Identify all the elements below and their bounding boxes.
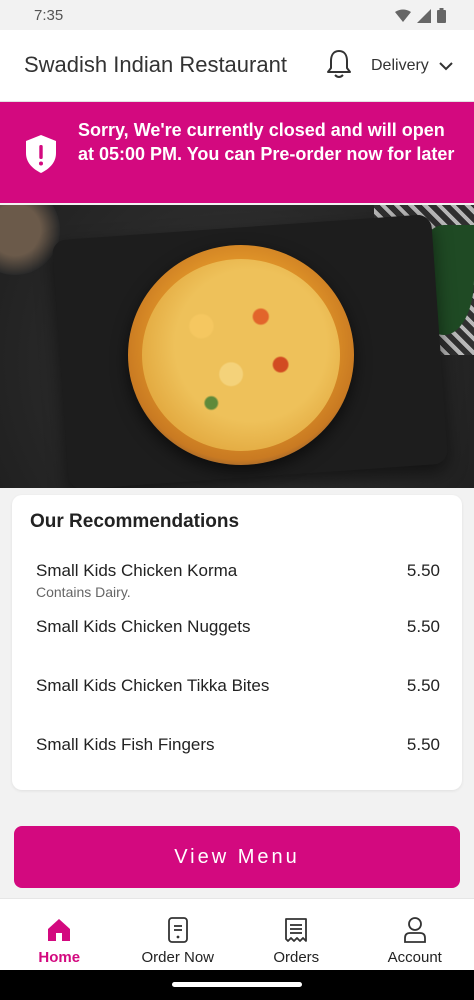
recommendation-item[interactable]: Small Kids Fish Fingers 5.50 [36,735,440,755]
nav-home[interactable]: Home [0,899,119,970]
restaurant-name: Swadish Indian Restaurant [24,52,287,77]
app-header: Swadish Indian Restaurant Delivery [0,30,474,102]
nav-label: Home [38,949,81,966]
closed-message: Sorry, We're currently closed and will o… [78,120,455,164]
nav-label: Order Now [141,949,215,966]
home-icon [48,919,71,941]
delivery-mode-label: Delivery [371,57,429,74]
delivery-mode-select[interactable]: Delivery [371,57,453,75]
nav-order-now[interactable]: Order Now [119,899,238,970]
system-gesture-bar [0,970,474,1000]
item-price: 5.50 [406,561,440,580]
wifi-icon [395,9,411,22]
nav-label: Account [387,949,442,966]
receipt-icon [285,918,308,942]
status-bar: 7:35 [0,0,474,30]
status-icons [395,8,446,23]
view-menu-button[interactable]: View Menu [14,826,460,888]
notifications-button[interactable] [324,48,354,80]
item-price: 5.50 [406,617,440,636]
chevron-down-icon [439,61,453,70]
hero-food-image [0,205,474,488]
bell-icon [327,50,351,78]
recommendations-title: Our Recommendations [30,511,240,532]
bottom-nav: Home Order Now Orders Account [0,898,474,970]
item-name: Small Kids Chicken Korma [36,561,238,580]
item-price: 5.50 [406,676,440,695]
biryani-bowl [128,245,354,465]
spice-plate-decoration [0,205,60,275]
item-price: 5.50 [406,735,440,754]
recommendation-item[interactable]: Small Kids Chicken Korma Contains Dairy.… [36,561,440,600]
shield-alert-icon [26,135,56,173]
closed-banner: Sorry, We're currently closed and will o… [0,102,474,203]
order-icon [167,917,188,943]
item-name: Small Kids Chicken Tikka Bites [36,676,270,695]
nav-label: Orders [273,949,320,966]
recommendation-item[interactable]: Small Kids Chicken Tikka Bites 5.50 [36,676,440,696]
item-name: Small Kids Chicken Nuggets [36,617,251,636]
item-note: Contains Dairy. [36,584,131,600]
account-icon [403,917,426,943]
recommendation-item[interactable]: Small Kids Chicken Nuggets 5.50 [36,617,440,637]
item-name: Small Kids Fish Fingers [36,735,215,754]
nav-orders[interactable]: Orders [237,899,356,970]
gesture-handle[interactable] [172,982,302,987]
cellular-icon [417,8,431,23]
nav-account[interactable]: Account [356,899,474,970]
status-time: 7:35 [34,7,64,24]
recommendations-card: Our Recommendations Small Kids Chicken K… [12,495,462,790]
battery-icon [437,8,446,23]
